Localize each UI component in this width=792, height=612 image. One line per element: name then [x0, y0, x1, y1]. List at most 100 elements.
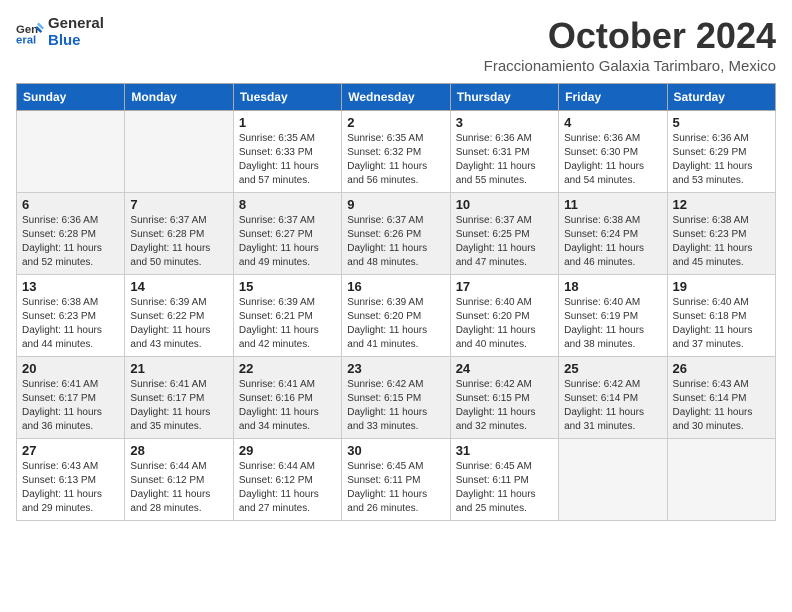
calendar-day-cell [17, 110, 125, 192]
calendar-day-cell: 3Sunrise: 6:36 AMSunset: 6:31 PMDaylight… [450, 110, 558, 192]
calendar-day-cell: 4Sunrise: 6:36 AMSunset: 6:30 PMDaylight… [559, 110, 667, 192]
day-number: 11 [564, 197, 661, 212]
calendar-week-row: 13 Sunrise: 6:38 AMSunset: 6:23 PMDayligh… [17, 274, 776, 356]
calendar-day-cell [125, 110, 233, 192]
day-number: 7 [130, 197, 227, 212]
weekday-header-tuesday: Tuesday [233, 83, 341, 110]
title-block: October 2024 Fraccionamiento Galaxia Tar… [484, 16, 776, 75]
day-number: 15 [239, 279, 336, 294]
calendar-day-cell: 15 Sunrise: 6:39 AMSunset: 6:21 PMDayligh… [233, 274, 341, 356]
day-number: 16 [347, 279, 444, 294]
day-info: Sunrise: 6:39 AMSunset: 6:21 PMDaylight:… [239, 296, 336, 352]
day-info: Sunrise: 6:38 AMSunset: 6:24 PMDaylight:… [564, 214, 661, 270]
day-number: 27 [22, 443, 119, 458]
calendar-day-cell: 5Sunrise: 6:36 AMSunset: 6:29 PMDaylight… [667, 110, 775, 192]
day-number: 13 [22, 279, 119, 294]
page-header: Gen eral General Blue October 2024 Fracc… [16, 16, 776, 75]
day-info: Sunrise: 6:36 AMSunset: 6:31 PMDaylight:… [456, 132, 553, 188]
weekday-header-friday: Friday [559, 83, 667, 110]
calendar-day-cell: 30Sunrise: 6:45 AMSunset: 6:11 PMDayligh… [342, 438, 450, 520]
calendar-day-cell: 27 Sunrise: 6:43 AMSunset: 6:13 PMDayligh… [17, 438, 125, 520]
day-number: 6 [22, 197, 119, 212]
logo-text-line1: General [48, 16, 104, 33]
day-number: 24 [456, 361, 553, 376]
day-number: 26 [673, 361, 770, 376]
day-info: Sunrise: 6:40 AMSunset: 6:19 PMDaylight:… [564, 296, 661, 352]
calendar-day-cell: 10 Sunrise: 6:37 AMSunset: 6:25 PMDayligh… [450, 192, 558, 274]
day-info: Sunrise: 6:36 AMSunset: 6:28 PMDaylight:… [22, 214, 119, 270]
weekday-header-thursday: Thursday [450, 83, 558, 110]
day-info: Sunrise: 6:41 AMSunset: 6:17 PMDaylight:… [22, 378, 119, 434]
day-info: Sunrise: 6:43 AMSunset: 6:13 PMDaylight:… [22, 460, 119, 516]
calendar-day-cell: 8Sunrise: 6:37 AMSunset: 6:27 PMDaylight… [233, 192, 341, 274]
location-title: Fraccionamiento Galaxia Tarimbaro, Mexic… [484, 58, 776, 75]
day-number: 5 [673, 115, 770, 130]
calendar-day-cell: 25 Sunrise: 6:42 AMSunset: 6:14 PMDayligh… [559, 356, 667, 438]
day-number: 21 [130, 361, 227, 376]
calendar-day-cell: 18 Sunrise: 6:40 AMSunset: 6:19 PMDayligh… [559, 274, 667, 356]
day-info: Sunrise: 6:44 AMSunset: 6:12 PMDaylight:… [130, 460, 227, 516]
svg-text:eral: eral [16, 34, 36, 46]
logo: Gen eral General Blue [16, 16, 104, 49]
calendar-day-cell: 28 Sunrise: 6:44 AMSunset: 6:12 PMDayligh… [125, 438, 233, 520]
calendar-day-cell: 19Sunrise: 6:40 AMSunset: 6:18 PMDayligh… [667, 274, 775, 356]
calendar-day-cell: 24 Sunrise: 6:42 AMSunset: 6:15 PMDayligh… [450, 356, 558, 438]
day-info: Sunrise: 6:42 AMSunset: 6:15 PMDaylight:… [347, 378, 444, 434]
day-number: 1 [239, 115, 336, 130]
calendar-day-cell: 31 Sunrise: 6:45 AMSunset: 6:11 PMDayligh… [450, 438, 558, 520]
day-number: 29 [239, 443, 336, 458]
day-info: Sunrise: 6:40 AMSunset: 6:20 PMDaylight:… [456, 296, 553, 352]
day-info: Sunrise: 6:45 AMSunset: 6:11 PMDaylight:… [456, 460, 553, 516]
day-number: 25 [564, 361, 661, 376]
calendar-week-row: 1 Sunrise: 6:35 AMSunset: 6:33 PMDaylight… [17, 110, 776, 192]
day-info: Sunrise: 6:39 AMSunset: 6:22 PMDaylight:… [130, 296, 227, 352]
day-info: Sunrise: 6:43 AMSunset: 6:14 PMDaylight:… [673, 378, 770, 434]
day-number: 2 [347, 115, 444, 130]
calendar-day-cell: 12Sunrise: 6:38 AMSunset: 6:23 PMDayligh… [667, 192, 775, 274]
calendar-day-cell: 17 Sunrise: 6:40 AMSunset: 6:20 PMDayligh… [450, 274, 558, 356]
calendar-week-row: 20Sunrise: 6:41 AMSunset: 6:17 PMDayligh… [17, 356, 776, 438]
day-number: 19 [673, 279, 770, 294]
calendar-day-cell: 13 Sunrise: 6:38 AMSunset: 6:23 PMDayligh… [17, 274, 125, 356]
day-number: 14 [130, 279, 227, 294]
day-number: 31 [456, 443, 553, 458]
calendar-day-cell: 21Sunrise: 6:41 AMSunset: 6:17 PMDayligh… [125, 356, 233, 438]
day-number: 22 [239, 361, 336, 376]
day-info: Sunrise: 6:38 AMSunset: 6:23 PMDaylight:… [673, 214, 770, 270]
day-number: 18 [564, 279, 661, 294]
calendar-day-cell: 23Sunrise: 6:42 AMSunset: 6:15 PMDayligh… [342, 356, 450, 438]
calendar-week-row: 27 Sunrise: 6:43 AMSunset: 6:13 PMDayligh… [17, 438, 776, 520]
day-number: 28 [130, 443, 227, 458]
calendar-day-cell: 1 Sunrise: 6:35 AMSunset: 6:33 PMDaylight… [233, 110, 341, 192]
day-info: Sunrise: 6:37 AMSunset: 6:28 PMDaylight:… [130, 214, 227, 270]
calendar-day-cell: 2 Sunrise: 6:35 AMSunset: 6:32 PMDaylight… [342, 110, 450, 192]
calendar-day-cell [667, 438, 775, 520]
calendar-day-cell: 29 Sunrise: 6:44 AMSunset: 6:12 PMDayligh… [233, 438, 341, 520]
day-info: Sunrise: 6:44 AMSunset: 6:12 PMDaylight:… [239, 460, 336, 516]
weekday-header-row: SundayMondayTuesdayWednesdayThursdayFrid… [17, 83, 776, 110]
day-info: Sunrise: 6:37 AMSunset: 6:25 PMDaylight:… [456, 214, 553, 270]
day-info: Sunrise: 6:38 AMSunset: 6:23 PMDaylight:… [22, 296, 119, 352]
weekday-header-wednesday: Wednesday [342, 83, 450, 110]
day-info: Sunrise: 6:39 AMSunset: 6:20 PMDaylight:… [347, 296, 444, 352]
day-info: Sunrise: 6:42 AMSunset: 6:14 PMDaylight:… [564, 378, 661, 434]
day-info: Sunrise: 6:41 AMSunset: 6:16 PMDaylight:… [239, 378, 336, 434]
calendar-table: SundayMondayTuesdayWednesdayThursdayFrid… [16, 83, 776, 521]
day-info: Sunrise: 6:42 AMSunset: 6:15 PMDaylight:… [456, 378, 553, 434]
day-info: Sunrise: 6:35 AMSunset: 6:33 PMDaylight:… [239, 132, 336, 188]
calendar-day-cell [559, 438, 667, 520]
calendar-day-cell: 16 Sunrise: 6:39 AMSunset: 6:20 PMDayligh… [342, 274, 450, 356]
calendar-day-cell: 6 Sunrise: 6:36 AMSunset: 6:28 PMDaylight… [17, 192, 125, 274]
calendar-day-cell: 11 Sunrise: 6:38 AMSunset: 6:24 PMDayligh… [559, 192, 667, 274]
calendar-day-cell: 9Sunrise: 6:37 AMSunset: 6:26 PMDaylight… [342, 192, 450, 274]
calendar-day-cell: 22 Sunrise: 6:41 AMSunset: 6:16 PMDayligh… [233, 356, 341, 438]
day-number: 10 [456, 197, 553, 212]
calendar-day-cell: 14 Sunrise: 6:39 AMSunset: 6:22 PMDayligh… [125, 274, 233, 356]
calendar-day-cell: 7 Sunrise: 6:37 AMSunset: 6:28 PMDaylight… [125, 192, 233, 274]
calendar-week-row: 6 Sunrise: 6:36 AMSunset: 6:28 PMDaylight… [17, 192, 776, 274]
day-info: Sunrise: 6:35 AMSunset: 6:32 PMDaylight:… [347, 132, 444, 188]
day-number: 17 [456, 279, 553, 294]
day-number: 9 [347, 197, 444, 212]
weekday-header-sunday: Sunday [17, 83, 125, 110]
month-title: October 2024 [484, 16, 776, 56]
